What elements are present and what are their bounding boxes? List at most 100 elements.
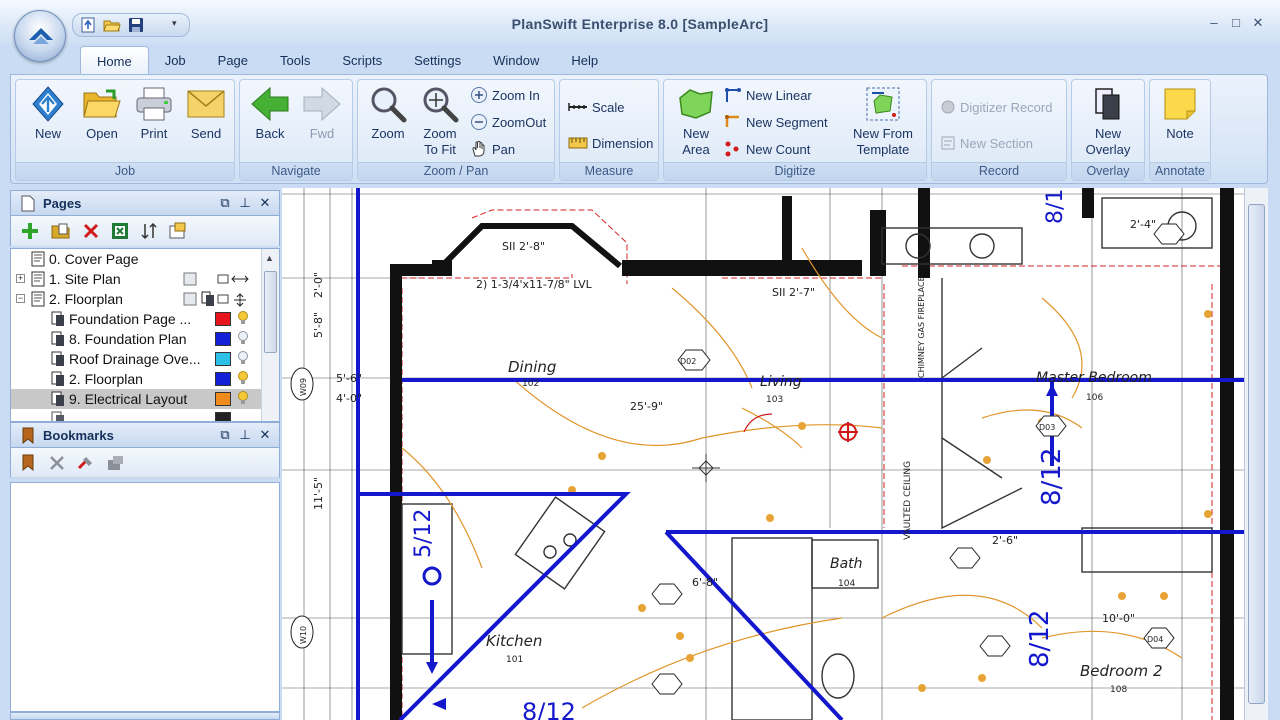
new-overlay-button[interactable]: New Overlay [1082, 84, 1134, 158]
new-from-template-label-1: New From [853, 126, 913, 141]
canvas-vertical-scrollbar[interactable] [1244, 188, 1268, 720]
pages-tree-scroll-thumb[interactable] [264, 271, 277, 353]
canvas-scroll-thumb[interactable] [1248, 204, 1265, 704]
new-from-template-button[interactable]: New From Template [850, 84, 916, 158]
delete-bookmark-icon[interactable] [49, 455, 65, 471]
zoom-out-button[interactable]: ZoomOut [470, 111, 546, 133]
area-icon [670, 84, 722, 124]
overlay-color-swatch[interactable] [215, 372, 231, 386]
tree-item-floorplan-overlay[interactable]: 2. Floorplan [51, 369, 143, 389]
goto-bookmark-icon[interactable] [77, 454, 95, 472]
maximize-button[interactable]: □ [1228, 16, 1244, 32]
tree-item-site-plan[interactable]: 1. Site Plan [31, 269, 121, 289]
tab-help[interactable]: Help [555, 46, 614, 74]
overlay-color-swatch[interactable] [215, 312, 231, 326]
overlay-color-swatch[interactable] [215, 352, 231, 366]
collapse-floorplan-toggle[interactable]: − [16, 294, 25, 303]
tree-item-roof-drainage[interactable]: Roof Drainage Ove... [51, 349, 201, 369]
group-navigate: Back Fwd Navigate [239, 79, 353, 181]
dimension-button[interactable]: Dimension [568, 132, 653, 154]
open-button[interactable]: Open [76, 84, 128, 158]
collapsed-panel-header[interactable] [10, 712, 280, 720]
tab-settings[interactable]: Settings [398, 46, 477, 74]
new-section-button[interactable]: New Section [940, 132, 1033, 154]
export-excel-icon[interactable] [111, 222, 129, 240]
close-button[interactable]: ✕ [1250, 16, 1266, 32]
page-icon [21, 195, 35, 212]
digitizer-record-button[interactable]: Digitizer Record [940, 96, 1052, 118]
overlay-color-swatch[interactable] [215, 412, 231, 421]
tab-job[interactable]: Job [149, 46, 202, 74]
visibility-bulb-icon[interactable] [237, 391, 249, 405]
tree-item-foundation-plan[interactable]: 8. Foundation Plan [51, 329, 187, 349]
new-area-button[interactable]: New Area [670, 84, 722, 158]
new-button[interactable]: New [22, 84, 74, 158]
overlay-color-swatch[interactable] [215, 332, 231, 346]
close-panel-button[interactable]: ✕ [257, 427, 273, 443]
tab-tools[interactable]: Tools [264, 46, 326, 74]
close-panel-button[interactable]: ✕ [257, 195, 273, 211]
pin-panel-button[interactable]: ⊥ [237, 195, 253, 211]
bookmarks-panel-header: Bookmarks ⧉ ⊥ ✕ [10, 422, 280, 448]
visibility-bulb-icon[interactable] [237, 371, 249, 385]
door-tag-label: D03 [1039, 423, 1055, 432]
send-button[interactable]: Send [180, 84, 232, 158]
zoom-button[interactable]: Zoom [362, 84, 414, 158]
dim-label: 2'-6" [992, 534, 1018, 547]
tree-item-cover-page[interactable]: 0. Cover Page [31, 249, 139, 269]
forward-button[interactable]: Fwd [296, 84, 348, 158]
zoom-to-fit-button[interactable]: Zoom To Fit [414, 84, 466, 158]
new-count-button[interactable]: New Count [724, 138, 810, 160]
floorplan-drawing: 8/12 5/12 8/12 8/12 8/12 Dining 102 Livi… [282, 188, 1244, 720]
group-overlay-label: Overlay [1072, 162, 1144, 180]
float-panel-button[interactable]: ⧉ [217, 427, 233, 443]
print-button[interactable]: Print [128, 84, 180, 158]
sort-pages-icon[interactable] [141, 222, 157, 240]
tree-item-electrical-layout[interactable]: 9. Electrical Layout [51, 389, 187, 409]
add-page-icon[interactable] [21, 222, 39, 240]
application-menu-orb[interactable] [14, 10, 66, 62]
door-tag-label: D02 [680, 357, 696, 366]
new-segment-button[interactable]: New Segment [724, 111, 828, 133]
visibility-bulb-icon[interactable] [237, 311, 249, 325]
new-linear-button[interactable]: New Linear [724, 84, 812, 106]
add-bookmark-icon[interactable] [21, 454, 37, 472]
pin-panel-button[interactable]: ⊥ [237, 427, 253, 443]
pan-button[interactable]: Pan [470, 138, 515, 160]
zoom-to-fit-label-2: To Fit [424, 142, 456, 157]
bookmark-properties-icon[interactable] [107, 454, 125, 472]
delete-page-icon[interactable] [83, 223, 99, 239]
group-zoom-pan: Zoom Zoom To Fit Zoom In ZoomOut Pan Zoo… [357, 79, 555, 181]
tab-home[interactable]: Home [80, 46, 149, 74]
float-panel-button[interactable]: ⧉ [217, 195, 233, 211]
dim-label: 11'-5" [312, 477, 325, 510]
door-tag-label: D04 [1147, 635, 1163, 644]
crosshair-cursor-icon [692, 454, 720, 482]
import-pages-icon[interactable] [51, 222, 71, 240]
drawing-canvas[interactable]: 8/12 5/12 8/12 8/12 8/12 Dining 102 Livi… [282, 188, 1244, 720]
minimize-button[interactable]: – [1206, 16, 1222, 32]
bookmarks-list[interactable] [10, 482, 280, 712]
bookmark-icon [22, 427, 34, 444]
tab-page[interactable]: Page [202, 46, 264, 74]
pages-tree-scrollbar[interactable]: ▲ [261, 249, 279, 421]
tree-item-floorplan[interactable]: 2. Floorplan [31, 289, 123, 309]
tab-window[interactable]: Window [477, 46, 555, 74]
pan-label: Pan [492, 141, 516, 157]
overlay-color-swatch[interactable] [215, 392, 231, 406]
visibility-bulb-off-icon[interactable] [237, 331, 249, 345]
tree-item-partial[interactable] [51, 409, 65, 421]
page-thumbnail-icon [183, 292, 197, 306]
visibility-bulb-off-icon[interactable] [237, 351, 249, 365]
zoom-in-button[interactable]: Zoom In [470, 84, 540, 106]
page-properties-icon[interactable] [169, 222, 187, 240]
back-button[interactable]: Back [244, 84, 296, 158]
note-button[interactable]: Note [1154, 84, 1206, 158]
tab-scripts[interactable]: Scripts [326, 46, 398, 74]
expand-site-plan-toggle[interactable]: + [16, 274, 25, 283]
fireplace-label: CHIMNEY GAS FIREPLACE [917, 276, 926, 378]
tree-item-foundation-page[interactable]: Foundation Page ... [51, 309, 191, 329]
scale-button[interactable]: Scale [568, 96, 625, 118]
scroll-up-icon[interactable]: ▲ [265, 253, 274, 263]
room-name-bath: Bath [830, 556, 863, 572]
